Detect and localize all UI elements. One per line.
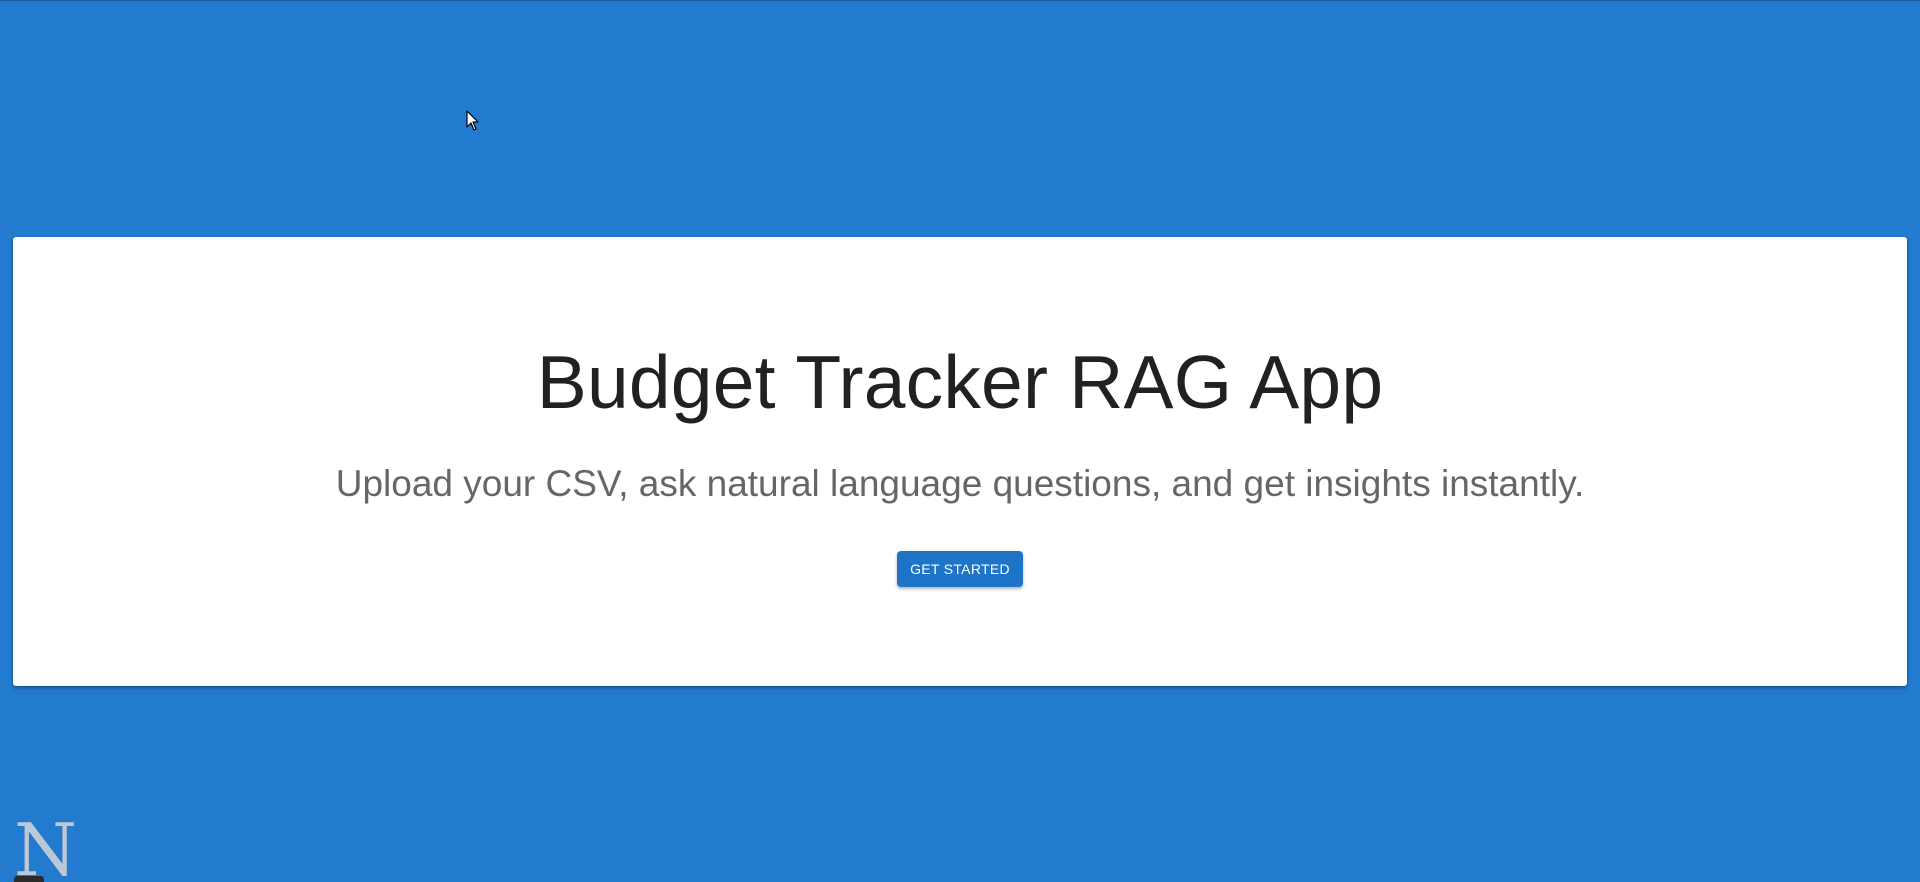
window-top-border bbox=[0, 0, 1920, 1]
hero-subtitle: Upload your CSV, ask natural language qu… bbox=[335, 463, 1585, 504]
hero-card: Budget Tracker RAG App Upload your CSV, … bbox=[13, 237, 1907, 686]
n-logo-base bbox=[14, 876, 44, 882]
page: { "hero": { "title": "Budget Tracker RAG… bbox=[0, 0, 1920, 882]
mouse-pointer-icon bbox=[466, 110, 479, 131]
hero-title: Budget Tracker RAG App bbox=[536, 340, 1384, 424]
get-started-button[interactable]: GET STARTED bbox=[897, 551, 1023, 587]
n-logo-icon: N bbox=[14, 818, 77, 882]
